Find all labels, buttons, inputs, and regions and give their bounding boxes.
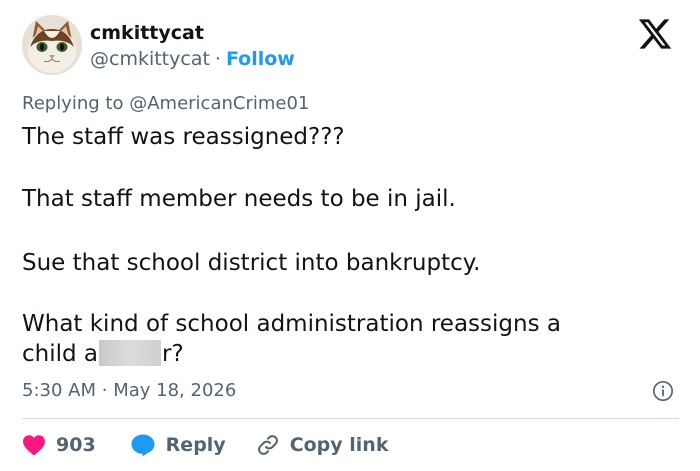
reply-mention[interactable]: @AmericanCrime01 bbox=[129, 93, 309, 114]
tweet-line: child a r? bbox=[22, 339, 184, 369]
copy-link-button[interactable]: Copy link bbox=[256, 433, 389, 457]
tweet-line-start: child a bbox=[22, 341, 99, 367]
avatar[interactable] bbox=[22, 15, 82, 75]
timestamp-separator: · bbox=[101, 380, 108, 401]
heart-icon bbox=[23, 435, 45, 456]
separator-dot: · bbox=[214, 48, 221, 70]
redaction-blur bbox=[99, 340, 162, 366]
action-bar: 903 Reply Copy link bbox=[22, 431, 418, 459]
timestamp-date: May 18, 2026 bbox=[113, 380, 237, 401]
tweet-line: What kind of school administration reass… bbox=[22, 311, 561, 337]
copy-link-label: Copy link bbox=[289, 434, 389, 456]
speech-bubble-icon bbox=[131, 434, 155, 457]
like-count: 903 bbox=[56, 434, 96, 456]
user-handle[interactable]: @cmkittycat bbox=[90, 48, 210, 70]
tweet-line: Sue that school district into bankruptcy… bbox=[22, 250, 481, 276]
x-logo-icon[interactable] bbox=[636, 16, 674, 52]
tweet-line: That staff member needs to be in jail. bbox=[22, 186, 456, 212]
display-name[interactable]: cmkittycat bbox=[90, 21, 204, 45]
tweet-line: The staff was reassigned??? bbox=[22, 124, 345, 150]
timestamp-time: 5:30 AM bbox=[22, 380, 96, 401]
follow-button[interactable]: Follow bbox=[226, 48, 295, 70]
divider bbox=[22, 418, 679, 419]
replying-prefix: Replying to bbox=[22, 93, 124, 114]
tweet-line-end: r? bbox=[162, 341, 184, 367]
tweet-card: cmkittycat @cmkittycat · Follow Replying t… bbox=[0, 0, 700, 471]
replying-to: Replying to @AmericanCrime01 bbox=[22, 92, 309, 116]
reply-label: Reply bbox=[165, 434, 226, 456]
cat-avatar-icon bbox=[22, 15, 82, 75]
like-button[interactable]: 903 bbox=[22, 434, 96, 456]
handle-row: @cmkittycat · Follow bbox=[90, 47, 295, 71]
tweet-timestamp[interactable]: 5:30 AM · May 18, 2026 bbox=[22, 379, 236, 403]
reply-button[interactable]: Reply bbox=[130, 433, 226, 457]
link-icon bbox=[257, 435, 278, 455]
info-icon[interactable] bbox=[652, 380, 674, 402]
